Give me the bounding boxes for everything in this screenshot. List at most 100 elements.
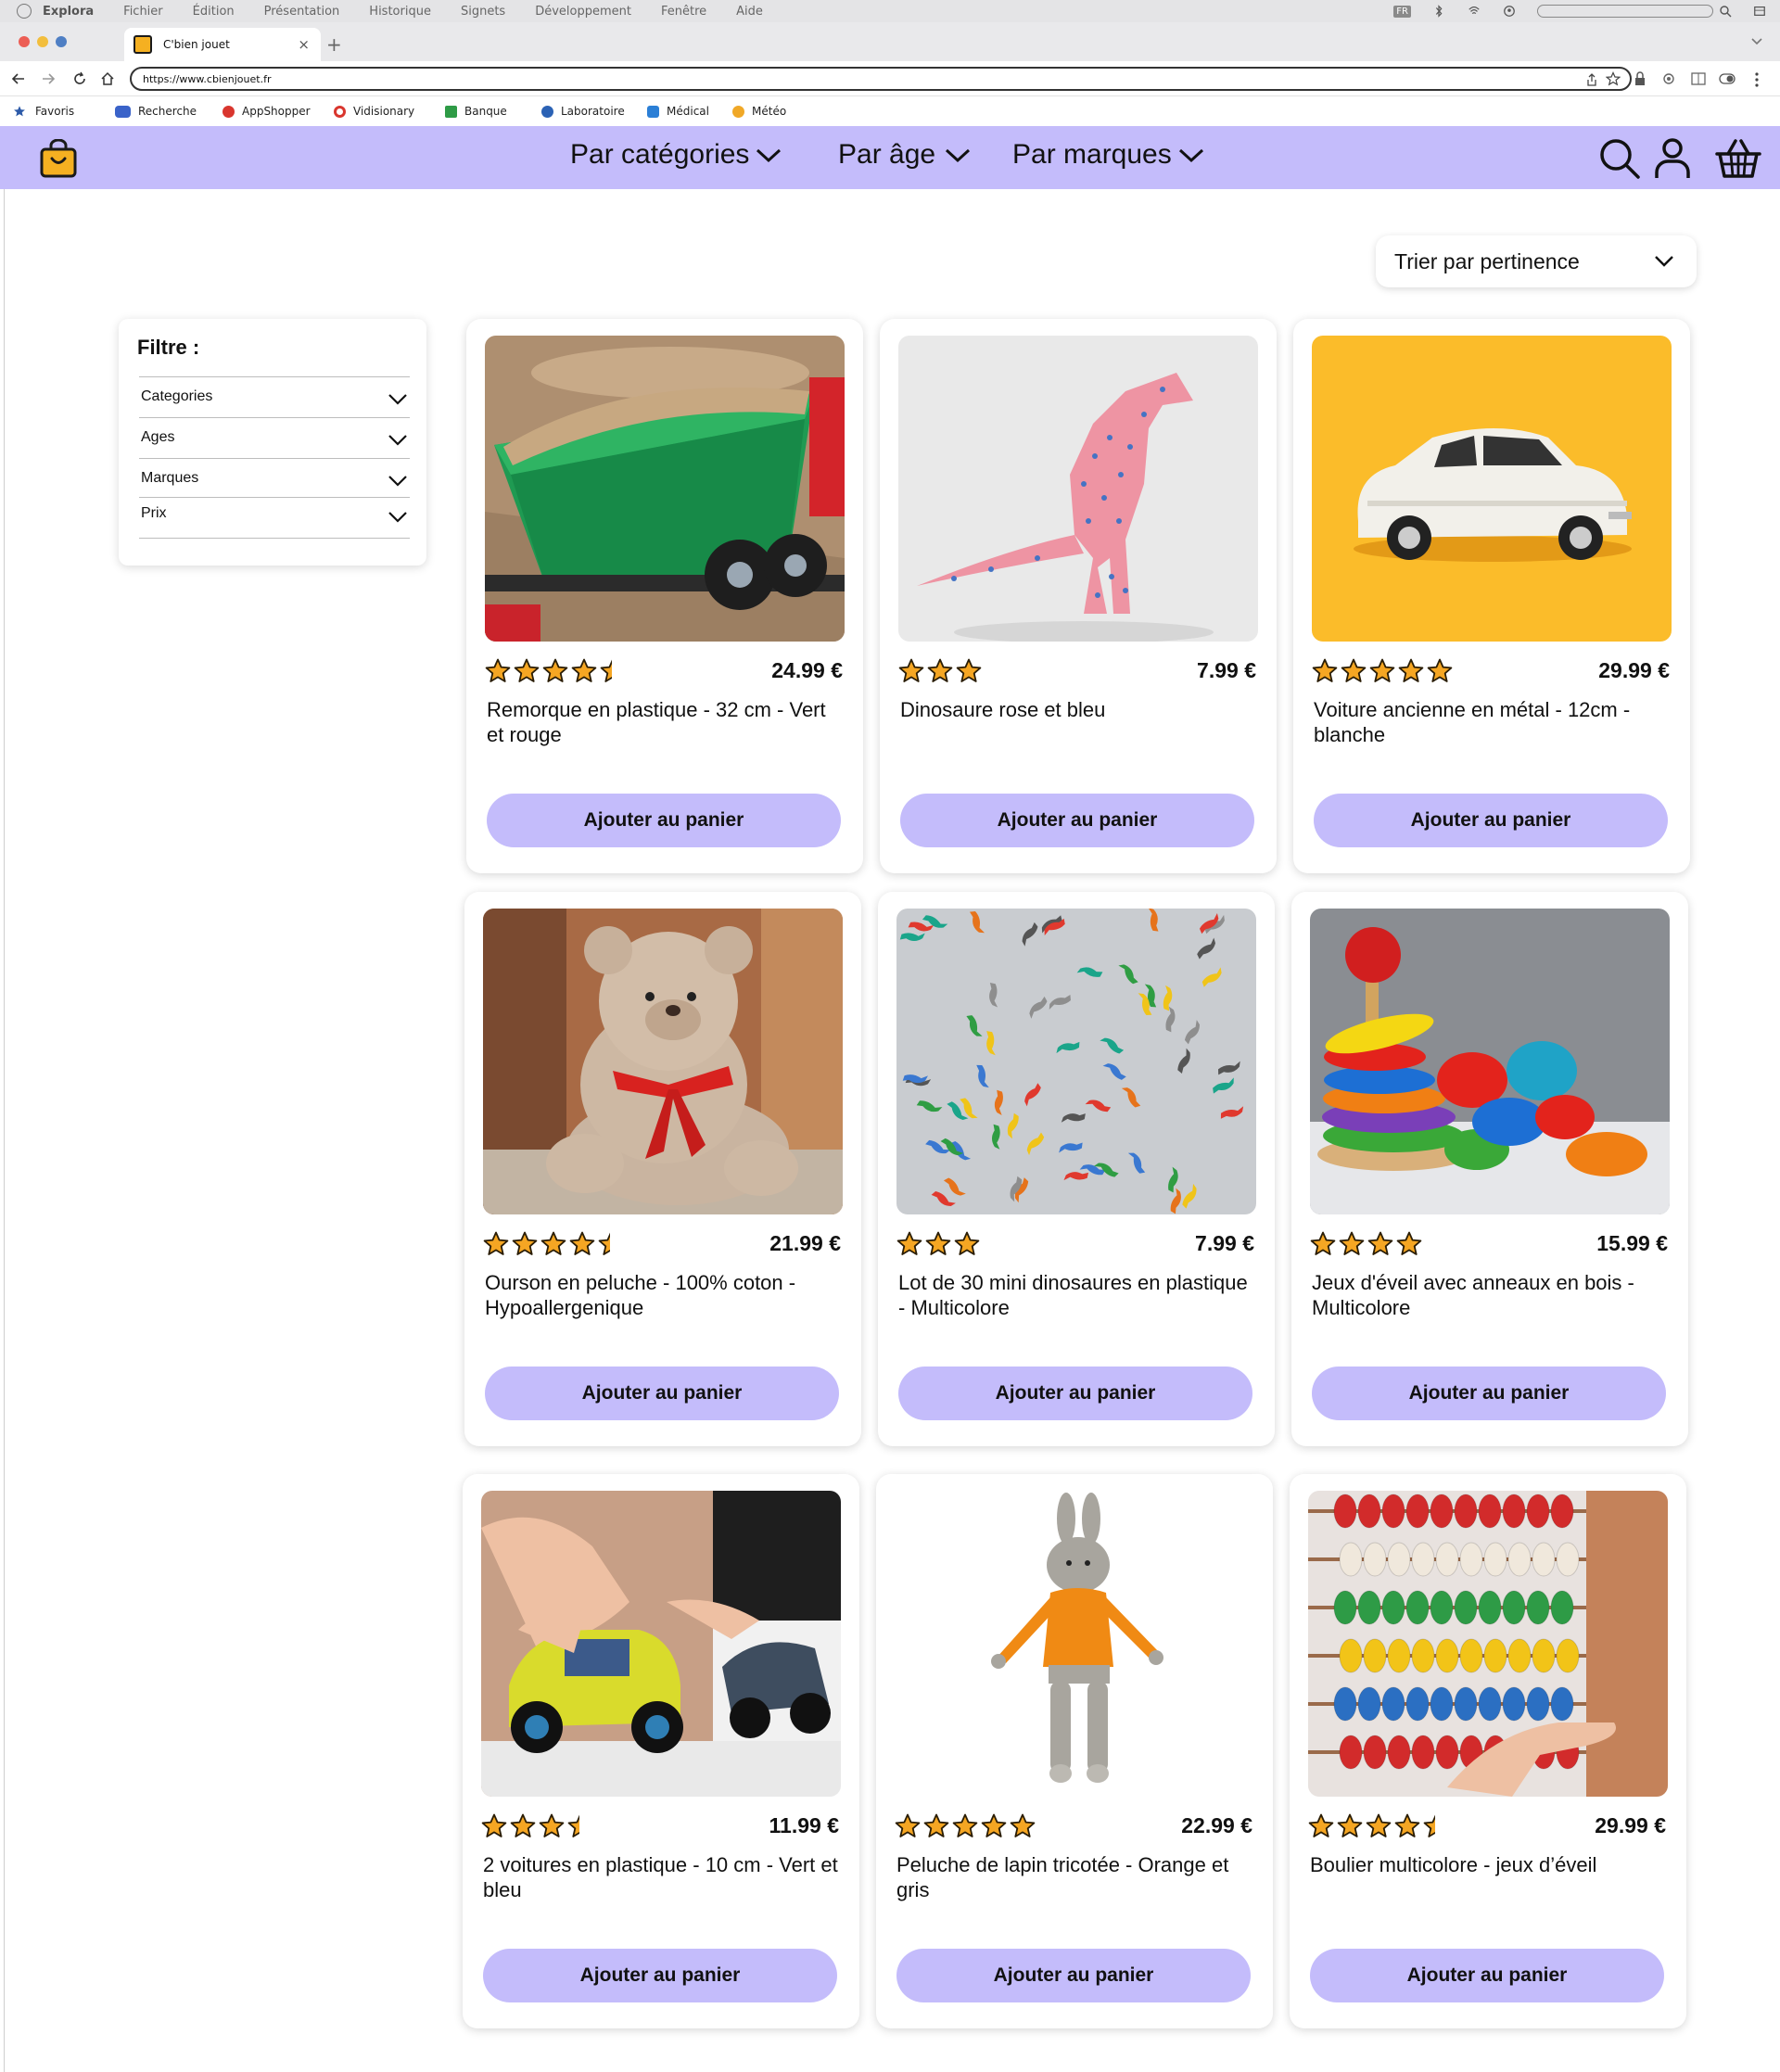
- product-image[interactable]: [481, 1491, 841, 1797]
- bookmark-label: Médical: [667, 105, 709, 118]
- back-arrow-icon[interactable]: [11, 72, 26, 85]
- bookmark-favoris[interactable]: Favoris: [13, 105, 74, 118]
- spotlight-field[interactable]: [1537, 5, 1713, 18]
- url-text[interactable]: https://www.cbienjouet.fr: [143, 73, 271, 85]
- product-image[interactable]: [485, 336, 845, 642]
- tab-close-icon[interactable]: ×: [298, 36, 310, 53]
- globe-icon[interactable]: [17, 4, 32, 19]
- product-name[interactable]: Dinosaure rose et bleu: [900, 697, 1262, 722]
- menu-developpement[interactable]: Développement: [535, 5, 631, 19]
- product-card[interactable]: 29.99 € Voiture ancienne en métal - 12cm…: [1293, 319, 1690, 873]
- product-image[interactable]: [895, 1491, 1254, 1797]
- add-to-cart-button[interactable]: Ajouter au panier: [1310, 1949, 1664, 2002]
- tab-overview-chevron-icon[interactable]: [1750, 37, 1763, 46]
- product-image[interactable]: [1310, 909, 1670, 1214]
- sort-dropdown[interactable]: Trier par pertinence: [1376, 235, 1697, 287]
- add-to-cart-button[interactable]: Ajouter au panier: [1314, 794, 1668, 847]
- add-to-cart-button[interactable]: Ajouter au panier: [485, 1367, 839, 1420]
- menu-presentation[interactable]: Présentation: [264, 5, 340, 19]
- product-image[interactable]: [898, 336, 1258, 642]
- bookmark-appshopper[interactable]: AppShopper: [222, 105, 311, 118]
- menu-edition[interactable]: Édition: [193, 5, 235, 19]
- bookmark-medical[interactable]: Médical: [647, 105, 709, 118]
- product-image[interactable]: [896, 909, 1256, 1214]
- reader-view-icon[interactable]: [1691, 72, 1706, 85]
- product-card[interactable]: 11.99 € 2 voitures en plastique - 10 cm …: [463, 1474, 859, 2028]
- tab-cbien-jouet[interactable]: C'bien jouet ×: [124, 28, 321, 61]
- search-icon[interactable]: [1719, 5, 1732, 18]
- product-card[interactable]: 7.99 € Lot de 30 mini dinosaures en plas…: [878, 892, 1275, 1446]
- star-icon: [1337, 1813, 1363, 1837]
- product-name[interactable]: Boulier multicolore - jeux d’éveil: [1310, 1852, 1672, 1877]
- control-center-icon[interactable]: [1752, 5, 1767, 18]
- product-name[interactable]: Voiture ancienne en métal - 12cm - blanc…: [1314, 697, 1675, 747]
- site-header: Par catégories Par âge Par marques: [0, 126, 1780, 189]
- add-to-cart-button[interactable]: Ajouter au panier: [898, 1367, 1252, 1420]
- add-to-cart-button[interactable]: Ajouter au panier: [896, 1949, 1251, 2002]
- product-name[interactable]: Lot de 30 mini dinosaures en plastique -…: [898, 1270, 1260, 1320]
- product-card[interactable]: 24.99 € Remorque en plastique - 32 cm - …: [466, 319, 863, 873]
- user-account-icon[interactable]: [1502, 5, 1517, 18]
- nav-par-marques[interactable]: Par marques: [1012, 139, 1205, 171]
- close-window-button[interactable]: [19, 36, 30, 47]
- zoom-window-button[interactable]: [56, 36, 67, 47]
- nav-par-categories[interactable]: Par catégories: [570, 139, 782, 171]
- product-card[interactable]: 29.99 € Boulier multicolore - jeux d’éve…: [1290, 1474, 1686, 2028]
- share-icon[interactable]: [1585, 72, 1598, 87]
- menu-aide[interactable]: Aide: [736, 5, 763, 19]
- lock-icon[interactable]: [1634, 71, 1646, 86]
- minimize-window-button[interactable]: [37, 36, 48, 47]
- filter-row-marques[interactable]: Marques: [139, 458, 410, 499]
- nav-par-age[interactable]: Par âge: [838, 139, 974, 171]
- menu-signets[interactable]: Signets: [461, 5, 505, 19]
- product-image[interactable]: [1308, 1491, 1668, 1797]
- bookmark-star-icon[interactable]: [1606, 71, 1621, 86]
- product-name[interactable]: Ourson en peluche - 100% coton - Hypoall…: [485, 1270, 846, 1320]
- add-to-cart-button[interactable]: Ajouter au panier: [487, 794, 841, 847]
- medical-icon: [647, 105, 659, 118]
- product-image[interactable]: [483, 909, 843, 1214]
- bookmark-vidisionary[interactable]: Vidisionary: [334, 105, 414, 118]
- product-card[interactable]: 22.99 € Peluche de lapin tricotée - Oran…: [876, 1474, 1273, 2028]
- wifi-icon[interactable]: [1467, 5, 1481, 18]
- product-name[interactable]: Remorque en plastique - 32 cm - Vert et …: [487, 697, 848, 747]
- bookmark-recherche[interactable]: Recherche: [115, 105, 197, 118]
- product-name[interactable]: Peluche de lapin tricotée - Orange et gr…: [896, 1852, 1258, 1902]
- menu-fichier[interactable]: Fichier: [123, 5, 163, 19]
- bluetooth-icon[interactable]: [1431, 5, 1446, 18]
- search-icon[interactable]: [1598, 137, 1641, 180]
- product-card[interactable]: 7.99 € Dinosaure rose et bleu Ajouter au…: [880, 319, 1277, 873]
- forward-arrow-icon[interactable]: [41, 72, 56, 85]
- star-half-icon: [598, 1232, 610, 1255]
- shopping-basket-icon[interactable]: [1715, 137, 1761, 180]
- bookmark-laboratoire[interactable]: Laboratoire: [541, 105, 625, 118]
- filter-row-ages[interactable]: Ages: [139, 417, 410, 458]
- product-name[interactable]: 2 voitures en plastique - 10 cm - Vert e…: [483, 1852, 845, 1902]
- new-tab-button[interactable]: +: [326, 33, 342, 56]
- menu-historique[interactable]: Historique: [369, 5, 431, 19]
- product-photo: [1310, 909, 1670, 1214]
- toggle-extension-icon[interactable]: [1719, 73, 1736, 84]
- bookmark-meteo[interactable]: Météo: [732, 105, 786, 118]
- more-menu-icon[interactable]: [1754, 71, 1760, 88]
- product-card[interactable]: 15.99 € Jeux d'éveil avec anneaux en boi…: [1291, 892, 1688, 1446]
- menu-fenetre[interactable]: Fenêtre: [661, 5, 706, 19]
- menu-app-name[interactable]: Explora: [43, 5, 94, 19]
- add-to-cart-button[interactable]: Ajouter au panier: [900, 794, 1254, 847]
- filter-row-categories[interactable]: Categories: [139, 376, 410, 417]
- settings-gear-icon[interactable]: [1661, 71, 1676, 86]
- home-icon[interactable]: [100, 71, 115, 86]
- shopping-bag-logo-icon[interactable]: [39, 139, 78, 178]
- product-image[interactable]: [1312, 336, 1672, 642]
- filter-row-prix[interactable]: Prix: [139, 497, 410, 538]
- add-to-cart-button[interactable]: Ajouter au panier: [483, 1949, 837, 2002]
- add-to-cart-button[interactable]: Ajouter au panier: [1312, 1367, 1666, 1420]
- product-card[interactable]: 21.99 € Ourson en peluche - 100% coton -…: [464, 892, 861, 1446]
- product-name[interactable]: Jeux d'éveil avec anneaux en bois - Mult…: [1312, 1270, 1673, 1320]
- user-account-icon[interactable]: [1654, 137, 1691, 180]
- bookmark-banque[interactable]: Banque: [445, 105, 507, 118]
- language-badge[interactable]: FR: [1393, 5, 1411, 18]
- reload-icon[interactable]: [72, 71, 87, 86]
- chevron-down-icon: [388, 476, 407, 487]
- address-bar[interactable]: https://www.cbienjouet.fr: [130, 67, 1632, 91]
